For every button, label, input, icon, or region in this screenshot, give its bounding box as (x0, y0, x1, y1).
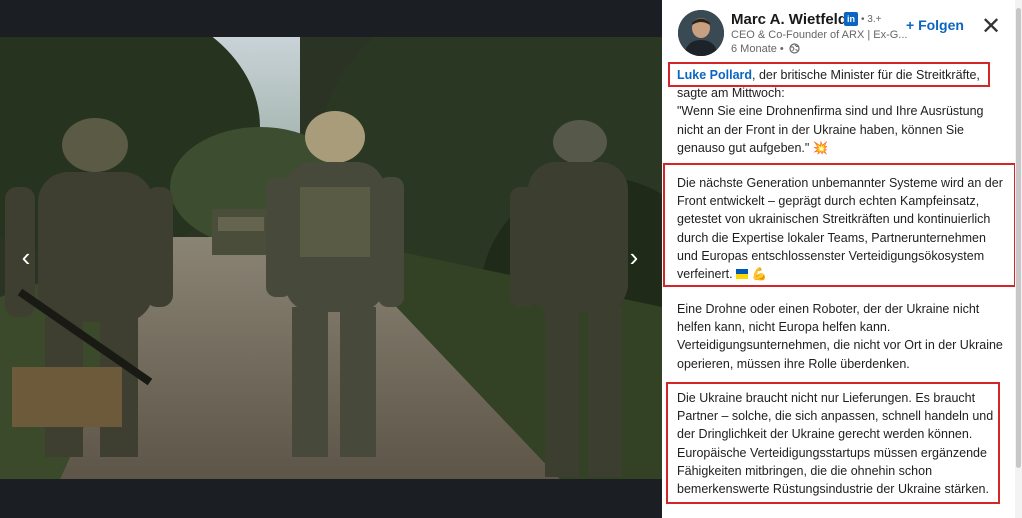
post-photo (0, 37, 662, 479)
post-text: Die Ukraine braucht nicht nur Lieferunge… (677, 391, 994, 497)
post-detail-panel: Marc A. Wietfeld in • 3.+ CEO & Co-Found… (662, 0, 1022, 518)
author-headline: CEO & Co-Founder of ARX | Ex-G... (731, 29, 908, 41)
post-paragraph-3: Eine Drohne oder einen Roboter, der der … (677, 300, 1007, 373)
post-text: Eine Drohne oder einen Roboter, der der … (677, 302, 1003, 371)
viewer-bottom-bar (0, 479, 662, 518)
collision-emoji-icon: 💥 (812, 140, 829, 155)
linkedin-premium-icon: in (844, 12, 858, 26)
flexed-biceps-icon: 💪 (751, 267, 768, 282)
post-time: 6 Monate • (731, 43, 784, 55)
post-paragraph-2: Die nächste Generation unbemannter Syste… (677, 174, 1007, 283)
ukraine-flag-icon (736, 269, 749, 280)
post-text: "Wenn Sie eine Drohnenfirma sind und Ihr… (677, 104, 984, 155)
avatar[interactable] (678, 10, 724, 56)
scrollbar-thumb[interactable] (1016, 8, 1021, 468)
post-paragraph-1: Luke Pollard, der britische Minister für… (677, 66, 1007, 157)
follow-button[interactable]: + Folgen (906, 17, 964, 33)
panel-scrollbar[interactable] (1015, 0, 1022, 518)
connection-degree: • 3.+ (861, 14, 882, 25)
mention-link[interactable]: Luke Pollard (677, 68, 752, 82)
post-meta: 6 Monate • (731, 43, 800, 57)
author-name[interactable]: Marc A. Wietfeld (731, 11, 847, 28)
post-text: Die nächste Generation unbemannter Syste… (677, 176, 1003, 282)
post-text: sagte am Mittwoch: (677, 86, 785, 101)
globe-icon (789, 43, 800, 57)
post-text: , der britische Minister für die Streitk… (752, 68, 980, 82)
next-image-button[interactable]: › (616, 239, 652, 275)
previous-image-button[interactable]: ‹ (8, 239, 44, 275)
close-icon[interactable]: ✕ (980, 14, 1002, 40)
post-paragraph-4: Die Ukraine braucht nicht nur Lieferunge… (677, 389, 1007, 498)
image-viewer: ‹ › (0, 0, 662, 518)
